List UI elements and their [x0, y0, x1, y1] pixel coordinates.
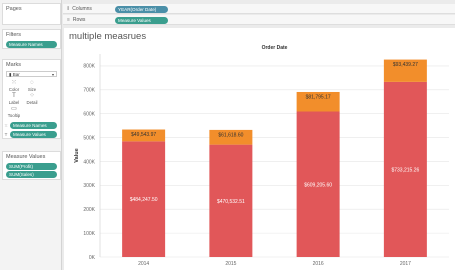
y-tick-label: 800K — [83, 64, 95, 70]
tooltip-button[interactable]: ▭ Tooltip — [5, 106, 23, 119]
mark-type-value: Bar — [12, 72, 20, 77]
x-tick-label: 2014 — [138, 261, 149, 267]
columns-shelf[interactable]: ⦀ Columns YEAR(Order Date) — [63, 4, 455, 14]
chevron-down-icon: ▾ — [51, 72, 54, 77]
data-label: $93,439.27 — [393, 62, 418, 68]
y-tick-label: 700K — [83, 88, 95, 94]
label-icon: T — [4, 132, 8, 137]
marks-card: Marks ▮ Bar ▾ ⁙ Color ◌ Size T Label ⁘ Detai… — [2, 59, 61, 139]
measure-values-title: Measure Values — [6, 154, 46, 160]
data-label: $470,532.51 — [217, 199, 245, 205]
column-header: Order Date — [262, 45, 288, 51]
mark-pill-measure-values[interactable]: Measure Values — [10, 131, 57, 138]
bar-chart: Order Date 0K 100K 200K 300K 400K 500K 600K 700K… — [74, 45, 449, 267]
color-icon: ⁙ — [11, 80, 17, 86]
y-tick-label: 200K — [83, 207, 95, 213]
data-label: $61,618.60 — [218, 132, 243, 138]
detail-button[interactable]: ⁘ Detail — [23, 93, 41, 106]
size-button-label: Size — [27, 87, 37, 92]
y-tick-label: 500K — [83, 135, 95, 141]
y-tick-label: 100K — [83, 231, 95, 237]
y-tick-label: 600K — [83, 112, 95, 118]
label-button-label: Label — [8, 100, 20, 105]
y-tick-label: 0K — [89, 255, 96, 261]
detail-icon: ⁘ — [29, 93, 35, 99]
pages-title: Pages — [6, 6, 22, 12]
columns-shelf-label: ⦀ Columns — [67, 6, 92, 12]
data-label: $49,543.97 — [131, 132, 156, 138]
detail-button-label: Detail — [26, 100, 38, 105]
view-canvas: multiple measrues Order Date 0K 100K 200K 30… — [64, 28, 455, 270]
left-panel: Pages Filters Measure Names Marks ▮ Bar … — [0, 0, 62, 270]
mark-buttons: ⁙ Color ◌ Size T Label ⁘ Detail ▭ Tooltip — [3, 78, 60, 121]
tooltip-button-label: Tooltip — [7, 113, 21, 118]
x-tick-label: 2015 — [225, 261, 236, 267]
mark-field-row: T Measure Values — [3, 130, 60, 139]
label-icon: T — [12, 93, 16, 99]
color-button[interactable]: ⁙ Color — [5, 80, 23, 93]
y-axis-label: Value — [74, 148, 80, 162]
rows-pill[interactable]: Measure Values — [115, 16, 168, 24]
data-label: $733,215.26 — [391, 167, 419, 173]
color-button-label: Color — [8, 87, 20, 92]
label-button[interactable]: T Label — [5, 93, 23, 106]
columns-icon: ⦀ — [67, 6, 70, 12]
measure-values-card: Measure Values SUM(Profit) SUM(Sales) — [2, 151, 61, 180]
x-tick-label: 2016 — [313, 261, 324, 267]
size-button[interactable]: ◌ Size — [23, 80, 41, 93]
mark-pill-measure-names[interactable]: Measure Names — [10, 122, 57, 129]
x-tick-label: 2017 — [400, 261, 411, 267]
color-icon: ⁙ — [4, 122, 8, 128]
pages-card[interactable]: Pages — [2, 3, 61, 25]
tooltip-icon: ▭ — [11, 106, 17, 112]
y-tick-label: 400K — [83, 159, 95, 165]
rows-shelf-label: ≡ Rows — [67, 17, 86, 23]
rows-shelf[interactable]: ≡ Rows Measure Values — [63, 15, 455, 25]
filter-pill-measure-names[interactable]: Measure Names — [6, 41, 57, 48]
data-label: $81,795.17 — [306, 94, 331, 100]
tableau-workspace: Pages Filters Measure Names Marks ▮ Bar … — [0, 0, 455, 270]
mark-field-row: ⁙ Measure Names — [3, 121, 60, 130]
filters-card[interactable]: Filters Measure Names — [2, 29, 61, 49]
columns-pill[interactable]: YEAR(Order Date) — [115, 5, 168, 13]
mark-type-select[interactable]: ▮ Bar ▾ — [6, 71, 57, 77]
measure-pill-profit[interactable]: SUM(Profit) — [6, 163, 57, 170]
filters-title: Filters — [6, 32, 21, 38]
data-label: $484,247.50 — [130, 197, 158, 203]
y-tick-label: 300K — [83, 183, 95, 189]
marks-title: Marks — [6, 62, 21, 68]
size-icon: ◌ — [30, 80, 34, 86]
measure-pill-sales[interactable]: SUM(Sales) — [6, 171, 57, 178]
rows-icon: ≡ — [67, 17, 70, 23]
data-label: $609,205.60 — [304, 182, 332, 188]
